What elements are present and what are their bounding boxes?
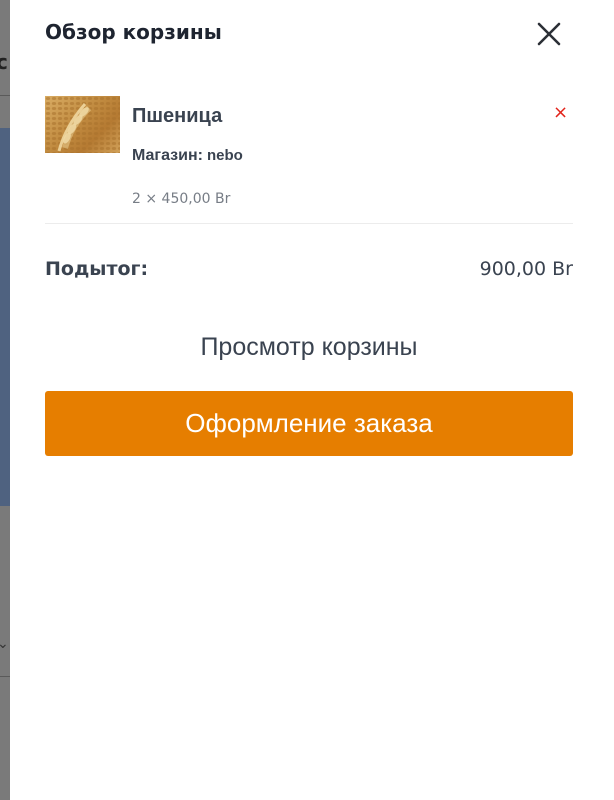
vendor-label: Магазин: [132,147,203,164]
wheat-image [45,96,120,153]
checkout-button[interactable]: Оформление заказа [45,391,573,456]
view-cart-link[interactable]: Просмотр корзины [45,333,573,362]
close-icon [537,22,561,46]
close-button[interactable] [535,20,563,48]
background-text-fragment: c [0,50,8,74]
mini-cart-drawer: Обзор корзины Пшеница Магазин: nebo 2 × … [10,0,614,800]
vendor-info: Магазин: nebo [132,147,243,165]
background-divider [0,95,10,96]
subtotal-value: 900,00 Br [479,258,573,280]
drawer-title: Обзор корзины [45,20,222,44]
page-backdrop[interactable]: c ⌄ [0,0,10,800]
background-image-edge [0,128,10,506]
product-name-link[interactable]: Пшеница [132,105,222,128]
quantity-price: 2 × 450,00 Br [132,191,231,207]
background-divider [0,676,10,677]
product-thumbnail[interactable] [45,96,120,153]
chevron-down-icon: ⌄ [0,636,9,652]
cart-item: Пшеница Магазин: nebo 2 × 450,00 Br × [45,96,573,224]
remove-item-button[interactable]: × [553,104,568,122]
vendor-name: nebo [206,147,243,164]
subtotal-label: Подытог: [45,258,149,280]
